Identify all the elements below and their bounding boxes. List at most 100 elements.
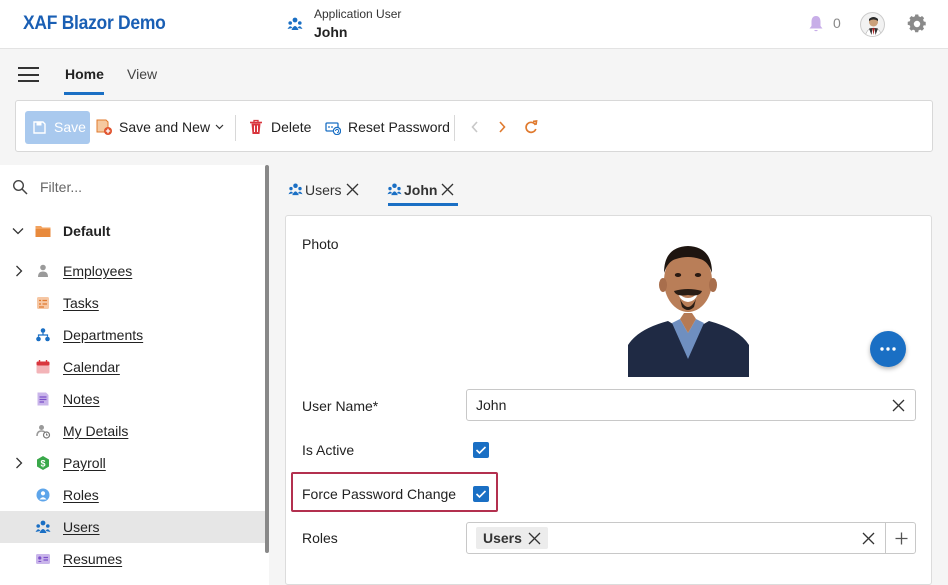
search-icon xyxy=(12,179,28,195)
delete-button[interactable]: Delete xyxy=(248,111,318,144)
sidebar-item-label: Resumes xyxy=(63,551,123,567)
app-title[interactable]: XAF Blazor Demo xyxy=(23,13,166,35)
role-tag: Users xyxy=(476,527,548,549)
save-label: Save xyxy=(54,119,86,135)
previous-record-icon[interactable] xyxy=(467,118,483,136)
detail-form: Photo User Name* John Is Active Force Pa… xyxy=(285,215,932,585)
sidebar-item-label: Tasks xyxy=(63,295,99,311)
user-name-field[interactable]: John xyxy=(466,389,916,421)
roles-label: Roles xyxy=(302,530,338,546)
clear-icon[interactable] xyxy=(862,532,875,545)
roles-tagbox[interactable]: Users xyxy=(466,522,886,554)
resume-icon xyxy=(36,554,50,564)
app-header: XAF Blazor Demo Application User John 0 xyxy=(0,0,948,49)
toolbar-separator xyxy=(235,115,236,141)
tab-label: John xyxy=(404,182,438,198)
remove-tag-icon[interactable] xyxy=(528,532,541,545)
tab-john[interactable]: John xyxy=(387,173,462,207)
notes-icon xyxy=(37,392,49,406)
user-caption: Application User xyxy=(314,7,402,21)
my-details-icon xyxy=(36,425,51,439)
is-active-label: Is Active xyxy=(302,442,355,458)
force-password-change-label: Force Password Change xyxy=(302,486,457,502)
toolbar-area: Save Save and New Delete Reset Password xyxy=(0,99,948,165)
users-icon xyxy=(288,183,303,196)
sidebar-item-users[interactable]: Users xyxy=(0,511,265,543)
svg-text:$: $ xyxy=(40,459,45,469)
users-icon xyxy=(287,17,303,30)
menu-icon[interactable] xyxy=(18,67,39,82)
role-tag-label: Users xyxy=(483,530,522,546)
clear-icon[interactable] xyxy=(892,399,905,412)
is-active-checkbox[interactable] xyxy=(473,442,489,458)
trash-icon xyxy=(250,119,262,134)
bell-icon[interactable] xyxy=(808,15,824,33)
sidebar-item-departments[interactable]: Departments xyxy=(0,319,265,351)
save-and-new-icon xyxy=(96,119,112,135)
sidebar-item-roles[interactable]: Roles xyxy=(0,479,265,511)
sidebar-item-label: Users xyxy=(63,519,100,535)
close-icon[interactable] xyxy=(346,183,359,196)
users-icon xyxy=(35,520,51,533)
ribbon-tabs: Home View xyxy=(0,49,948,99)
tab-view[interactable]: View xyxy=(127,66,157,82)
gear-icon[interactable] xyxy=(906,13,928,35)
user-name: John xyxy=(314,24,348,40)
force-password-change-checkbox[interactable] xyxy=(473,486,489,502)
next-record-icon[interactable] xyxy=(494,118,510,136)
users-icon xyxy=(387,183,402,196)
sidebar-item-payroll[interactable]: $ Payroll xyxy=(0,447,265,479)
more-icon xyxy=(880,347,896,351)
sidebar-item-tasks[interactable]: Tasks xyxy=(0,287,265,319)
payroll-icon: $ xyxy=(37,456,49,470)
toolbar: Save Save and New Delete Reset Password xyxy=(15,100,933,152)
toolbar-separator xyxy=(454,115,455,141)
more-actions-button[interactable] xyxy=(870,331,906,367)
save-button[interactable]: Save xyxy=(25,111,90,144)
save-and-new-button[interactable]: Save and New xyxy=(96,111,231,144)
notification-count: 0 xyxy=(833,15,841,31)
folder-icon xyxy=(35,226,51,237)
user-photo[interactable] xyxy=(628,233,749,377)
chevron-right-icon[interactable] xyxy=(12,456,26,470)
active-tab-indicator xyxy=(388,203,458,206)
tab-home[interactable]: Home xyxy=(65,66,104,82)
chevron-down-icon[interactable] xyxy=(215,124,224,130)
sidebar-item-calendar[interactable]: Calendar xyxy=(0,351,265,383)
sidebar-item-my-details[interactable]: My Details xyxy=(0,415,265,447)
sidebar-item-employees[interactable]: Employees xyxy=(0,255,265,287)
tab-label: Users xyxy=(305,182,342,198)
sidebar-item-notes[interactable]: Notes xyxy=(0,383,265,415)
sidebar-item-label: Calendar xyxy=(63,359,120,375)
avatar[interactable] xyxy=(860,12,885,37)
sidebar-item-label: Payroll xyxy=(63,455,106,471)
refresh-icon[interactable] xyxy=(523,118,539,136)
checkmark-icon xyxy=(475,490,487,499)
checkmark-icon xyxy=(475,446,487,455)
nav-filter-input[interactable]: Filter... xyxy=(12,177,252,197)
sidebar-item-label: Notes xyxy=(63,391,100,407)
user-name-value: John xyxy=(476,397,507,413)
reset-password-label: Reset Password xyxy=(348,119,450,135)
role-icon xyxy=(36,488,50,502)
main-content: Users John Photo User Name* John Is Acti… xyxy=(269,165,948,585)
close-icon[interactable] xyxy=(441,183,454,196)
reset-password-icon xyxy=(325,122,341,135)
tab-users[interactable]: Users xyxy=(288,173,368,207)
reset-password-button[interactable]: Reset Password xyxy=(325,111,450,144)
photo-label: Photo xyxy=(302,236,339,252)
chevron-right-icon[interactable] xyxy=(12,264,26,278)
org-chart-icon xyxy=(36,328,50,342)
add-role-button[interactable] xyxy=(885,522,916,554)
chevron-down-icon[interactable] xyxy=(11,224,25,238)
sidebar-item-label: Roles xyxy=(63,487,99,503)
nav-group-default[interactable]: Default xyxy=(0,220,265,242)
sidebar-item-resumes[interactable]: Resumes xyxy=(0,543,265,575)
save-and-new-label: Save and New xyxy=(119,119,211,135)
plus-icon xyxy=(895,532,908,545)
active-tab-indicator xyxy=(64,92,104,95)
person-icon xyxy=(38,264,48,277)
sidebar-item-label: Employees xyxy=(63,263,133,279)
filter-placeholder: Filter... xyxy=(40,179,83,195)
delete-label: Delete xyxy=(271,119,312,135)
